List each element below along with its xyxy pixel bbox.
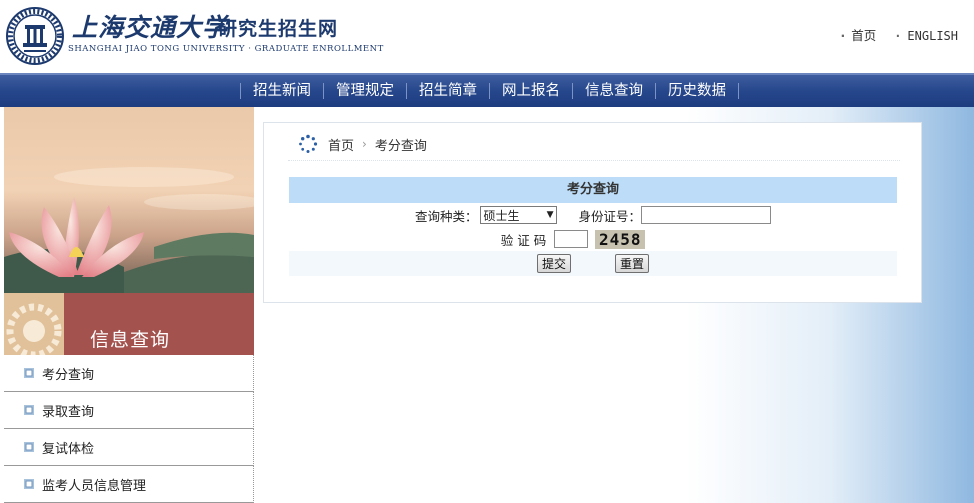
english-link[interactable]: ENGLISH <box>894 29 958 43</box>
sidebar-title: 信息查询 <box>90 329 171 351</box>
sidebar-banner: 信息查询 <box>4 293 254 355</box>
sidebar-item-label: 考分查询 <box>42 367 95 383</box>
captcha-image[interactable]: 2458 <box>595 229 646 249</box>
university-seal-icon[interactable] <box>6 7 64 65</box>
nav-divider <box>738 83 739 99</box>
nav-items: 招生新闻 管理规定 招生简章 网上报名 信息查询 历史数据 <box>240 75 739 107</box>
id-number-input[interactable] <box>641 206 772 224</box>
sidebar-item-score[interactable]: 考分查询 <box>4 355 254 392</box>
decorative-circle-icon <box>4 293 64 355</box>
form-title: 考分查询 <box>289 177 897 203</box>
divider <box>288 160 900 161</box>
nav-item-news[interactable]: 招生新闻 <box>241 75 323 107</box>
query-type-value: 硕士生 <box>483 208 520 223</box>
home-link[interactable]: 首页 <box>840 28 876 43</box>
nav-item-regulations[interactable]: 管理规定 <box>324 75 406 107</box>
nav-item-history[interactable]: 历史数据 <box>656 75 738 107</box>
nav-item-brochure[interactable]: 招生简章 <box>407 75 489 107</box>
site-name[interactable]: 研究生招生网 <box>218 14 338 41</box>
sidebar-menu: 考分查询 录取查询 复试体检 监考人员信息管理 <box>4 355 254 503</box>
bullet-icon <box>24 442 34 452</box>
submit-button[interactable]: 提交 <box>536 254 571 273</box>
chevron-down-icon: ▼ <box>546 210 554 220</box>
sidebar-item-label: 监考人员信息管理 <box>42 478 147 494</box>
top-links: 首页 ENGLISH <box>826 25 958 44</box>
spinner-icon <box>299 134 318 153</box>
breadcrumb: 首页 › 考分查询 <box>298 133 427 155</box>
id-number-label: 身份证号： <box>578 208 642 224</box>
captcha-label: 验 证 码 <box>500 232 547 248</box>
nav-item-inquiry[interactable]: 信息查询 <box>573 75 655 107</box>
main-nav: 招生新闻 管理规定 招生简章 网上报名 信息查询 历史数据 <box>0 73 974 107</box>
breadcrumb-current: 考分查询 <box>374 138 427 154</box>
breadcrumb-home[interactable]: 首页 <box>328 135 354 154</box>
sidebar-item-proctor[interactable]: 监考人员信息管理 <box>4 466 254 503</box>
university-name-cn[interactable]: 上海交通大学 <box>72 8 228 44</box>
content-panel: 首页 › 考分查询 考分查询 查询种类： 硕士生 ▼ 身份证号： 验 证 码 2… <box>263 122 922 303</box>
sidebar-item-label: 录取查询 <box>42 404 95 420</box>
bullet-icon <box>24 479 34 489</box>
sidebar-item-label: 复试体检 <box>42 441 95 457</box>
form-row-buttons: 提交 重置 <box>289 251 897 276</box>
bullet-icon <box>24 405 34 415</box>
form-row-captcha: 验 证 码 2458 <box>289 227 897 251</box>
form-row-type-id: 查询种类： 硕士生 ▼ 身份证号： <box>289 203 897 227</box>
sidebar-item-admission[interactable]: 录取查询 <box>4 392 254 429</box>
sidebar-item-reexam[interactable]: 复试体检 <box>4 429 254 466</box>
nav-item-apply[interactable]: 网上报名 <box>490 75 572 107</box>
captcha-input[interactable] <box>554 230 589 248</box>
query-type-select[interactable]: 硕士生 ▼ <box>479 206 557 224</box>
query-type-label: 查询种类： <box>414 208 478 224</box>
site-header: 上海交通大学 研究生招生网 SHANGHAI JIAO TONG UNIVERS… <box>0 0 974 73</box>
chevron-right-icon: › <box>362 137 367 151</box>
bullet-icon <box>24 368 34 378</box>
score-query-form: 考分查询 查询种类： 硕士生 ▼ 身份证号： 验 证 码 2458 提交 重置 <box>289 177 897 276</box>
university-name-en: SHANGHAI JIAO TONG UNIVERSITY · GRADUATE… <box>68 44 384 54</box>
lotus-photo <box>4 107 254 293</box>
reset-button[interactable]: 重置 <box>615 254 650 273</box>
